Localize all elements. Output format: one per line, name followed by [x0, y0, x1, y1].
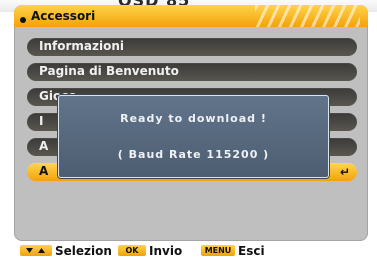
dialog-message: Ready to download !	[120, 112, 267, 125]
menu-item-label: A	[39, 139, 49, 153]
footer-help-bar: Selezion OK Invio MENU Esci	[20, 244, 370, 260]
download-dialog: Ready to download ! ( Baud Rate 115200 )	[58, 95, 329, 178]
ok-key-icon: OK	[118, 245, 146, 256]
footer-select-label: Selezion	[55, 244, 112, 258]
menu-title: Accessori	[31, 9, 96, 23]
menu-item-label: I	[39, 114, 44, 128]
enter-return-icon: ↵	[339, 165, 350, 179]
menu-item-informazioni[interactable]: Informazioni	[27, 38, 357, 56]
menu-key-icon: MENU	[201, 245, 235, 256]
menu-item-label: Informazioni	[39, 39, 124, 53]
menu-header: Accessori	[14, 5, 368, 27]
menu-item-label: A	[39, 164, 49, 178]
menu-item-pagina-di-benvenuto[interactable]: Pagina di Benvenuto	[27, 63, 357, 81]
dialog-baud-rate: ( Baud Rate 115200 )	[117, 148, 270, 161]
bullet-dot-icon	[20, 17, 26, 23]
up-down-arrows-icon	[20, 245, 52, 256]
footer-ok-label: Invio	[149, 244, 183, 258]
menu-item-label: Pagina di Benvenuto	[39, 64, 179, 78]
header-stripes	[255, 5, 360, 27]
footer-menu-label: Esci	[238, 244, 265, 258]
